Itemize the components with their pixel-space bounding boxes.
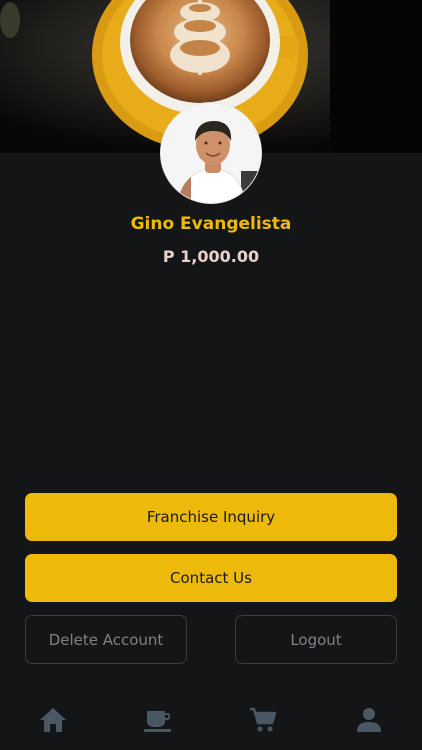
profile-name: Gino Evangelista: [130, 214, 292, 234]
nav-profile[interactable]: [349, 702, 389, 738]
nav-menu[interactable]: [138, 702, 178, 738]
profile-icon: [357, 708, 381, 732]
logout-button[interactable]: Logout: [235, 615, 397, 664]
nav-home[interactable]: [33, 702, 73, 738]
coffee-cup-icon: [144, 711, 171, 732]
home-icon: [40, 708, 66, 732]
profile-avatar[interactable]: [160, 102, 262, 204]
delete-account-button[interactable]: Delete Account: [25, 615, 187, 664]
nav-cart[interactable]: [243, 702, 283, 738]
wallet-balance: P 1,000.00: [162, 247, 260, 266]
bottom-nav: [0, 694, 422, 750]
contact-us-button[interactable]: Contact Us: [25, 554, 397, 602]
cart-icon: [250, 707, 277, 732]
franchise-inquiry-button[interactable]: Franchise Inquiry: [25, 493, 397, 541]
